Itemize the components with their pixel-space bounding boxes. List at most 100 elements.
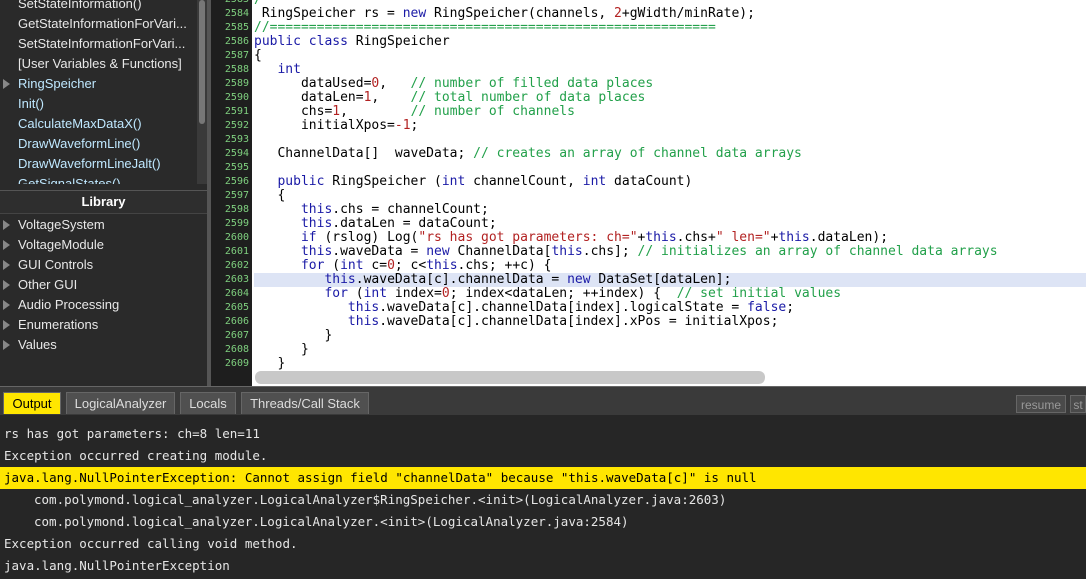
code-line[interactable]: { [254, 189, 1086, 203]
function-list-item[interactable]: [User Variables & Functions] [18, 54, 182, 74]
line-number: 2586 [224, 36, 249, 47]
library-item[interactable]: Values [18, 335, 57, 355]
code-token: RingSpeicher rs = [254, 6, 403, 21]
function-list-item[interactable]: DrawWaveformLineJalt() [18, 154, 161, 174]
code-line[interactable]: int [254, 63, 1086, 77]
step-button[interactable]: st [1070, 395, 1086, 413]
function-list-item[interactable]: SetStateInformation() [18, 0, 142, 14]
function-list-item[interactable]: GetSignalStates() [18, 174, 121, 184]
code-token: if [300, 230, 317, 245]
tab-output[interactable]: Output [3, 392, 61, 414]
line-number: 2583 [211, 0, 249, 7]
tab-threads-call-stack[interactable]: Threads/Call Stack [241, 392, 369, 414]
code-line[interactable]: for (int index=0; index<dataLen; ++index… [254, 287, 1086, 301]
code-line[interactable]: //======================================… [254, 21, 1086, 35]
function-list-scrollbar[interactable] [197, 0, 207, 184]
code-line[interactable]: public RingSpeicher (int channelCount, i… [254, 175, 1086, 189]
console-line: rs has got parameters: ch=8 len=11 [4, 426, 260, 441]
code-token: +gWidth/minRate); [621, 6, 755, 21]
output-console: rs has got parameters: ch=8 len=11 Except… [0, 415, 1086, 579]
code-token: // number of filled data places [410, 76, 654, 91]
code-token: , [379, 76, 411, 91]
code-line[interactable]: } [254, 357, 1086, 371]
code-line[interactable]: dataUsed=0, // number of filled data pla… [254, 77, 1086, 91]
function-list-item[interactable]: CalculateMaxDataX() [18, 114, 142, 134]
code-line[interactable]: this.waveData[c].channelData = new DataS… [254, 273, 1086, 287]
code-token: (rslog) Log( [316, 230, 419, 245]
console-error-line: java.lang.NullPointerException: Cannot a… [0, 467, 1086, 489]
line-number: 2596 [224, 176, 249, 187]
library-item[interactable]: Audio Processing [18, 295, 119, 315]
code-token: 1 [332, 104, 341, 119]
code-token: this [551, 244, 583, 259]
expand-triangle-icon[interactable] [3, 300, 10, 310]
code-line[interactable]: this.waveData[c].channelData[index].xPos… [254, 315, 1086, 329]
code-token: dataUsed= [254, 76, 372, 91]
code-line[interactable]: this.chs = channelCount; [254, 203, 1086, 217]
expand-triangle-icon[interactable] [3, 240, 10, 250]
library-item[interactable]: VoltageModule [18, 235, 104, 255]
line-number: 2594 [224, 148, 249, 159]
code-line[interactable]: public class RingSpeicher [254, 35, 1086, 49]
code-token: .waveData[c].channelData = [355, 272, 568, 287]
code-line[interactable]: { [254, 49, 1086, 63]
code-editor[interactable]: 25832584 2585 2586 2587 2588 2589 2590 2591 2592… [211, 0, 1086, 386]
code-line[interactable]: this.dataLen = dataCount; [254, 217, 1086, 231]
code-token: int [582, 174, 607, 189]
function-list-item[interactable]: DrawWaveformLine() [18, 134, 140, 154]
tab-locals[interactable]: Locals [180, 392, 236, 414]
function-list-item[interactable]: Init() [18, 94, 44, 114]
code-token: RingSpeicher(channels, [426, 6, 615, 21]
line-number: 2588 [224, 64, 249, 75]
library-item[interactable]: Other GUI [18, 275, 77, 295]
code-token: public [277, 174, 325, 189]
code-line[interactable] [254, 161, 1086, 175]
function-list-item[interactable]: RingSpeicher [18, 74, 96, 94]
code-token: this [426, 258, 458, 273]
code-line[interactable] [254, 133, 1086, 147]
line-number: 2609 [224, 358, 249, 369]
library-item[interactable]: GUI Controls [18, 255, 93, 275]
code-line[interactable]: if (rslog) Log("rs has got parameters: c… [254, 231, 1086, 245]
function-list-item[interactable]: SetStateInformationForVari... [18, 34, 185, 54]
expand-triangle-icon[interactable] [3, 340, 10, 350]
expand-triangle-icon[interactable] [3, 79, 10, 89]
code-line[interactable]: RingSpeicher rs = new RingSpeicher(chann… [254, 7, 1086, 21]
line-number: 2590 [224, 92, 249, 103]
code-token: .dataLen); [809, 230, 889, 245]
code-token: .chs+ [676, 230, 716, 245]
line-number: 2593 [224, 134, 249, 145]
library-item[interactable]: Enumerations [18, 315, 98, 335]
expand-triangle-icon[interactable] [3, 260, 10, 270]
code-line[interactable]: ChannelData[] waveData; // creates an ar… [254, 147, 1086, 161]
code-token: ChannelData[] waveData; [254, 146, 474, 161]
code-line[interactable]: initialXpos=-1; [254, 119, 1086, 133]
code-line[interactable]: } [254, 343, 1086, 357]
line-number: 2585 [224, 22, 249, 33]
expand-triangle-icon[interactable] [3, 320, 10, 330]
function-list[interactable]: SetStateInformation() GetStateInformation… [0, 0, 197, 184]
code-line[interactable]: this.waveData = new ChannelData[this.chs… [254, 245, 1086, 259]
horizontal-scrollbar[interactable] [255, 371, 765, 384]
code-line[interactable]: for (int c=0; c<this.chs; ++c) { [254, 259, 1086, 273]
code-token: .chs = channelCount; [332, 202, 489, 217]
code-area[interactable]: / RingSpeicher rs = new RingSpeicher(cha… [254, 0, 1086, 386]
code-token: ChannelData[ [449, 244, 552, 259]
line-number: 2603 [224, 274, 249, 285]
tab-logical-analyzer[interactable]: LogicalAnalyzer [66, 392, 175, 414]
code-line[interactable]: chs=1, // number of channels [254, 105, 1086, 119]
code-line[interactable]: dataLen=1, // total number of data place… [254, 91, 1086, 105]
function-list-item[interactable]: GetStateInformationForVari... [18, 14, 187, 34]
resume-button[interactable]: resume [1016, 395, 1066, 413]
expand-triangle-icon[interactable] [3, 280, 10, 290]
code-token: this [778, 230, 810, 245]
code-line[interactable]: } [254, 329, 1086, 343]
expand-triangle-icon[interactable] [3, 220, 10, 230]
library-item[interactable]: VoltageSystem [18, 215, 105, 235]
scrollbar-thumb[interactable] [199, 0, 205, 124]
code-line[interactable]: this.waveData[c].channelData[index].logi… [254, 301, 1086, 315]
line-number: 2607 [224, 330, 249, 341]
